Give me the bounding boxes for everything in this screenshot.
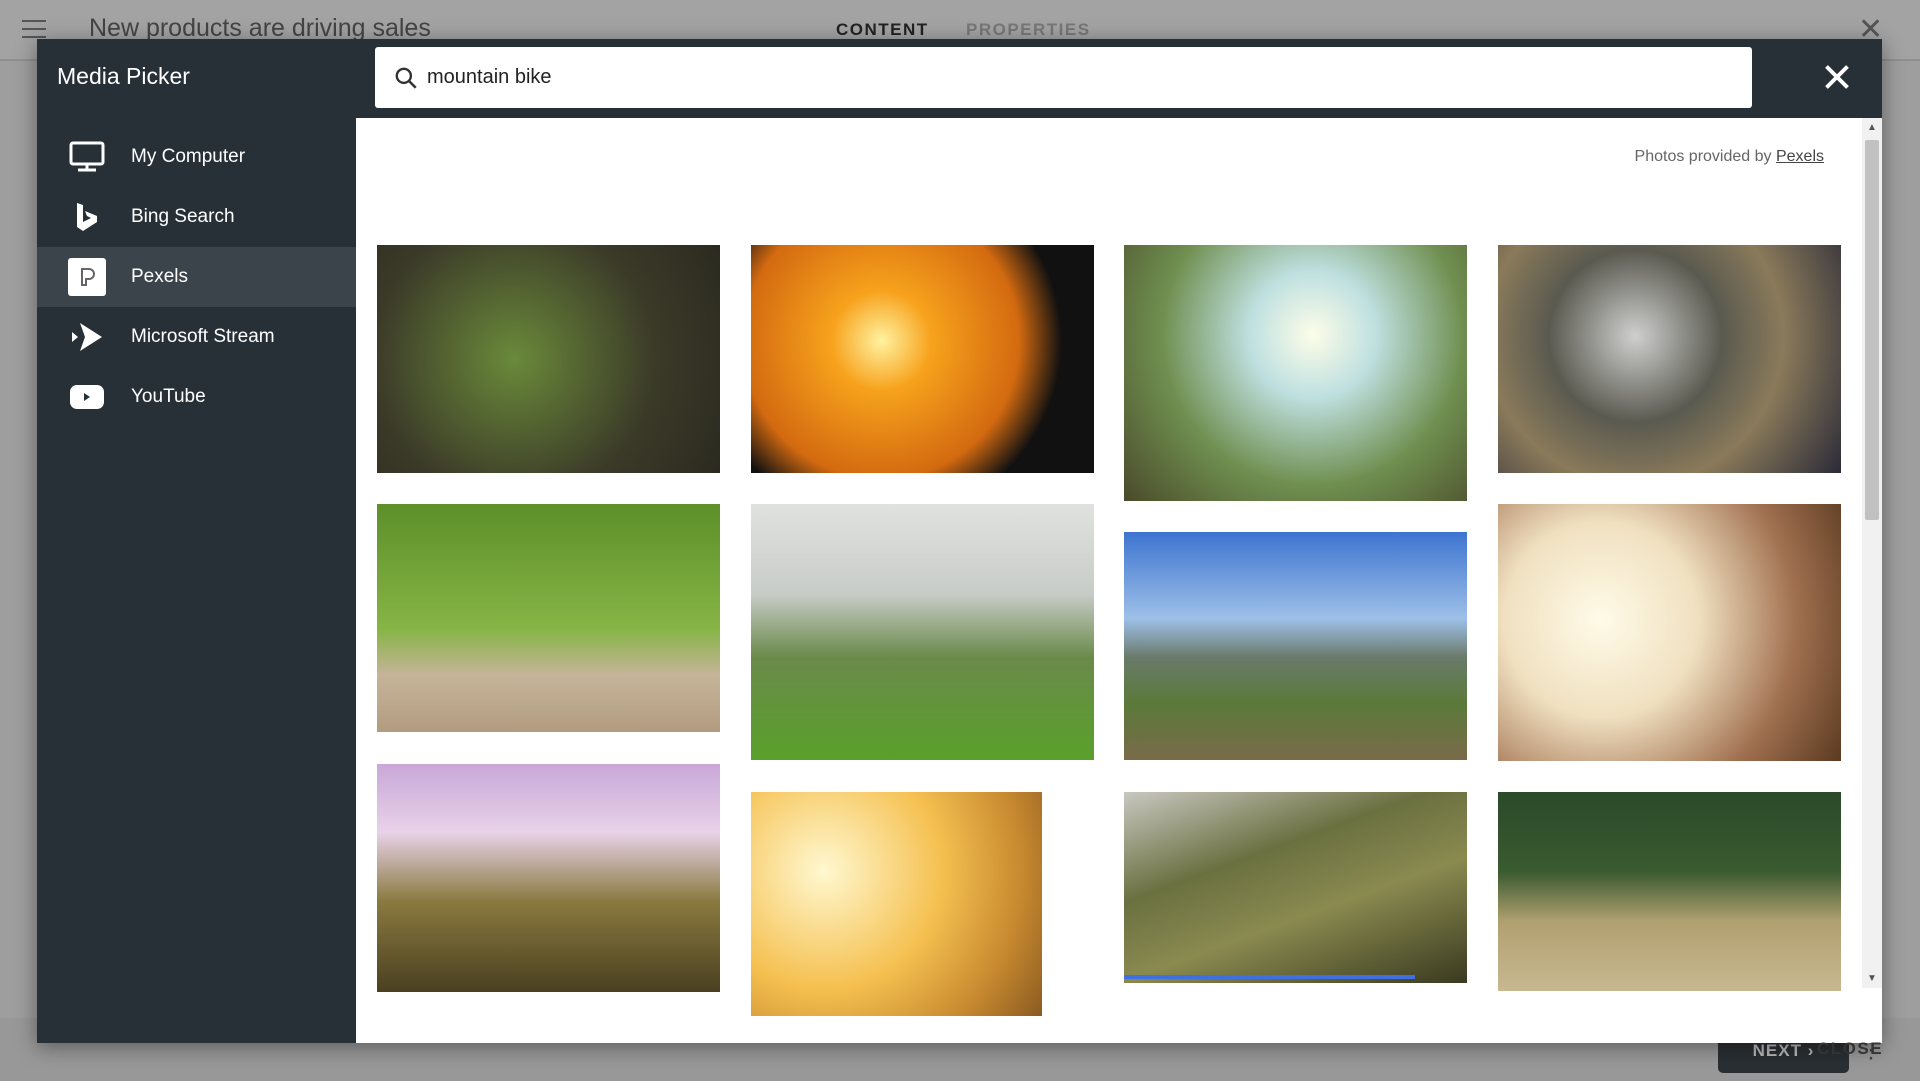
sidebar-item-label: My Computer [131, 146, 246, 167]
source-list: My Computer Bing Search Pexels Microsoft… [37, 127, 356, 427]
search-box [375, 47, 1752, 108]
dialog-title: Media Picker [57, 63, 190, 89]
sidebar-item-label: YouTube [131, 386, 206, 407]
sidebar-item-label: Pexels [131, 266, 189, 287]
search-input[interactable] [427, 66, 1752, 89]
monitor-icon [67, 140, 107, 174]
sidebar-item-bing-search[interactable]: Bing Search [37, 187, 356, 247]
photo-credit: Photos provided by Pexels [1635, 148, 1824, 166]
loading-progress-bar [1124, 975, 1415, 979]
image-result[interactable] [1124, 245, 1467, 501]
scrollbar-thumb[interactable] [1865, 140, 1879, 520]
media-picker-dialog: Media Picker My Computer Bing Search Pex… [37, 39, 1882, 1058]
menu-icon[interactable] [22, 20, 46, 38]
scrollbar[interactable]: ▲ ▼ [1862, 118, 1882, 988]
youtube-icon [67, 380, 107, 414]
image-result[interactable] [751, 245, 1094, 473]
tab-content[interactable]: CONTENT [836, 20, 929, 40]
sidebar-item-label: Bing Search [131, 206, 235, 227]
next-label: NEXT [1752, 1040, 1802, 1060]
image-result[interactable] [377, 245, 720, 473]
pexels-icon [67, 258, 107, 296]
stream-icon [67, 320, 107, 354]
image-result[interactable] [1124, 532, 1467, 760]
chevron-right-icon: › [1807, 1040, 1815, 1060]
sidebar-item-microsoft-stream[interactable]: Microsoft Stream [37, 307, 356, 367]
sidebar-item-youtube[interactable]: YouTube [37, 367, 356, 427]
scroll-down-icon[interactable]: ▼ [1867, 973, 1877, 984]
image-result[interactable] [1498, 792, 1841, 991]
close-button[interactable]: CLOSE [1817, 1039, 1883, 1059]
sidebar-item-label: Microsoft Stream [131, 326, 275, 347]
sidebar-item-my-computer[interactable]: My Computer [37, 127, 356, 187]
image-result[interactable] [1498, 504, 1841, 761]
pexels-link[interactable]: Pexels [1776, 148, 1824, 165]
credit-text: Photos provided by [1634, 148, 1772, 165]
close-icon[interactable] [1819, 59, 1855, 95]
results-panel: Photos provided by Pexels ▲ ▼ CLOSE [356, 118, 1882, 1058]
image-result[interactable] [1498, 245, 1841, 473]
image-result[interactable] [751, 792, 1042, 1016]
image-result[interactable] [1124, 792, 1467, 983]
sidebar-item-pexels[interactable]: Pexels [37, 247, 356, 307]
bing-icon [67, 200, 107, 234]
image-result[interactable] [377, 504, 720, 732]
scroll-up-icon[interactable]: ▲ [1867, 122, 1877, 133]
search-icon [395, 67, 417, 89]
image-result[interactable] [377, 764, 720, 992]
image-result[interactable] [751, 504, 1094, 760]
tab-properties[interactable]: PROPERTIES [966, 20, 1091, 40]
